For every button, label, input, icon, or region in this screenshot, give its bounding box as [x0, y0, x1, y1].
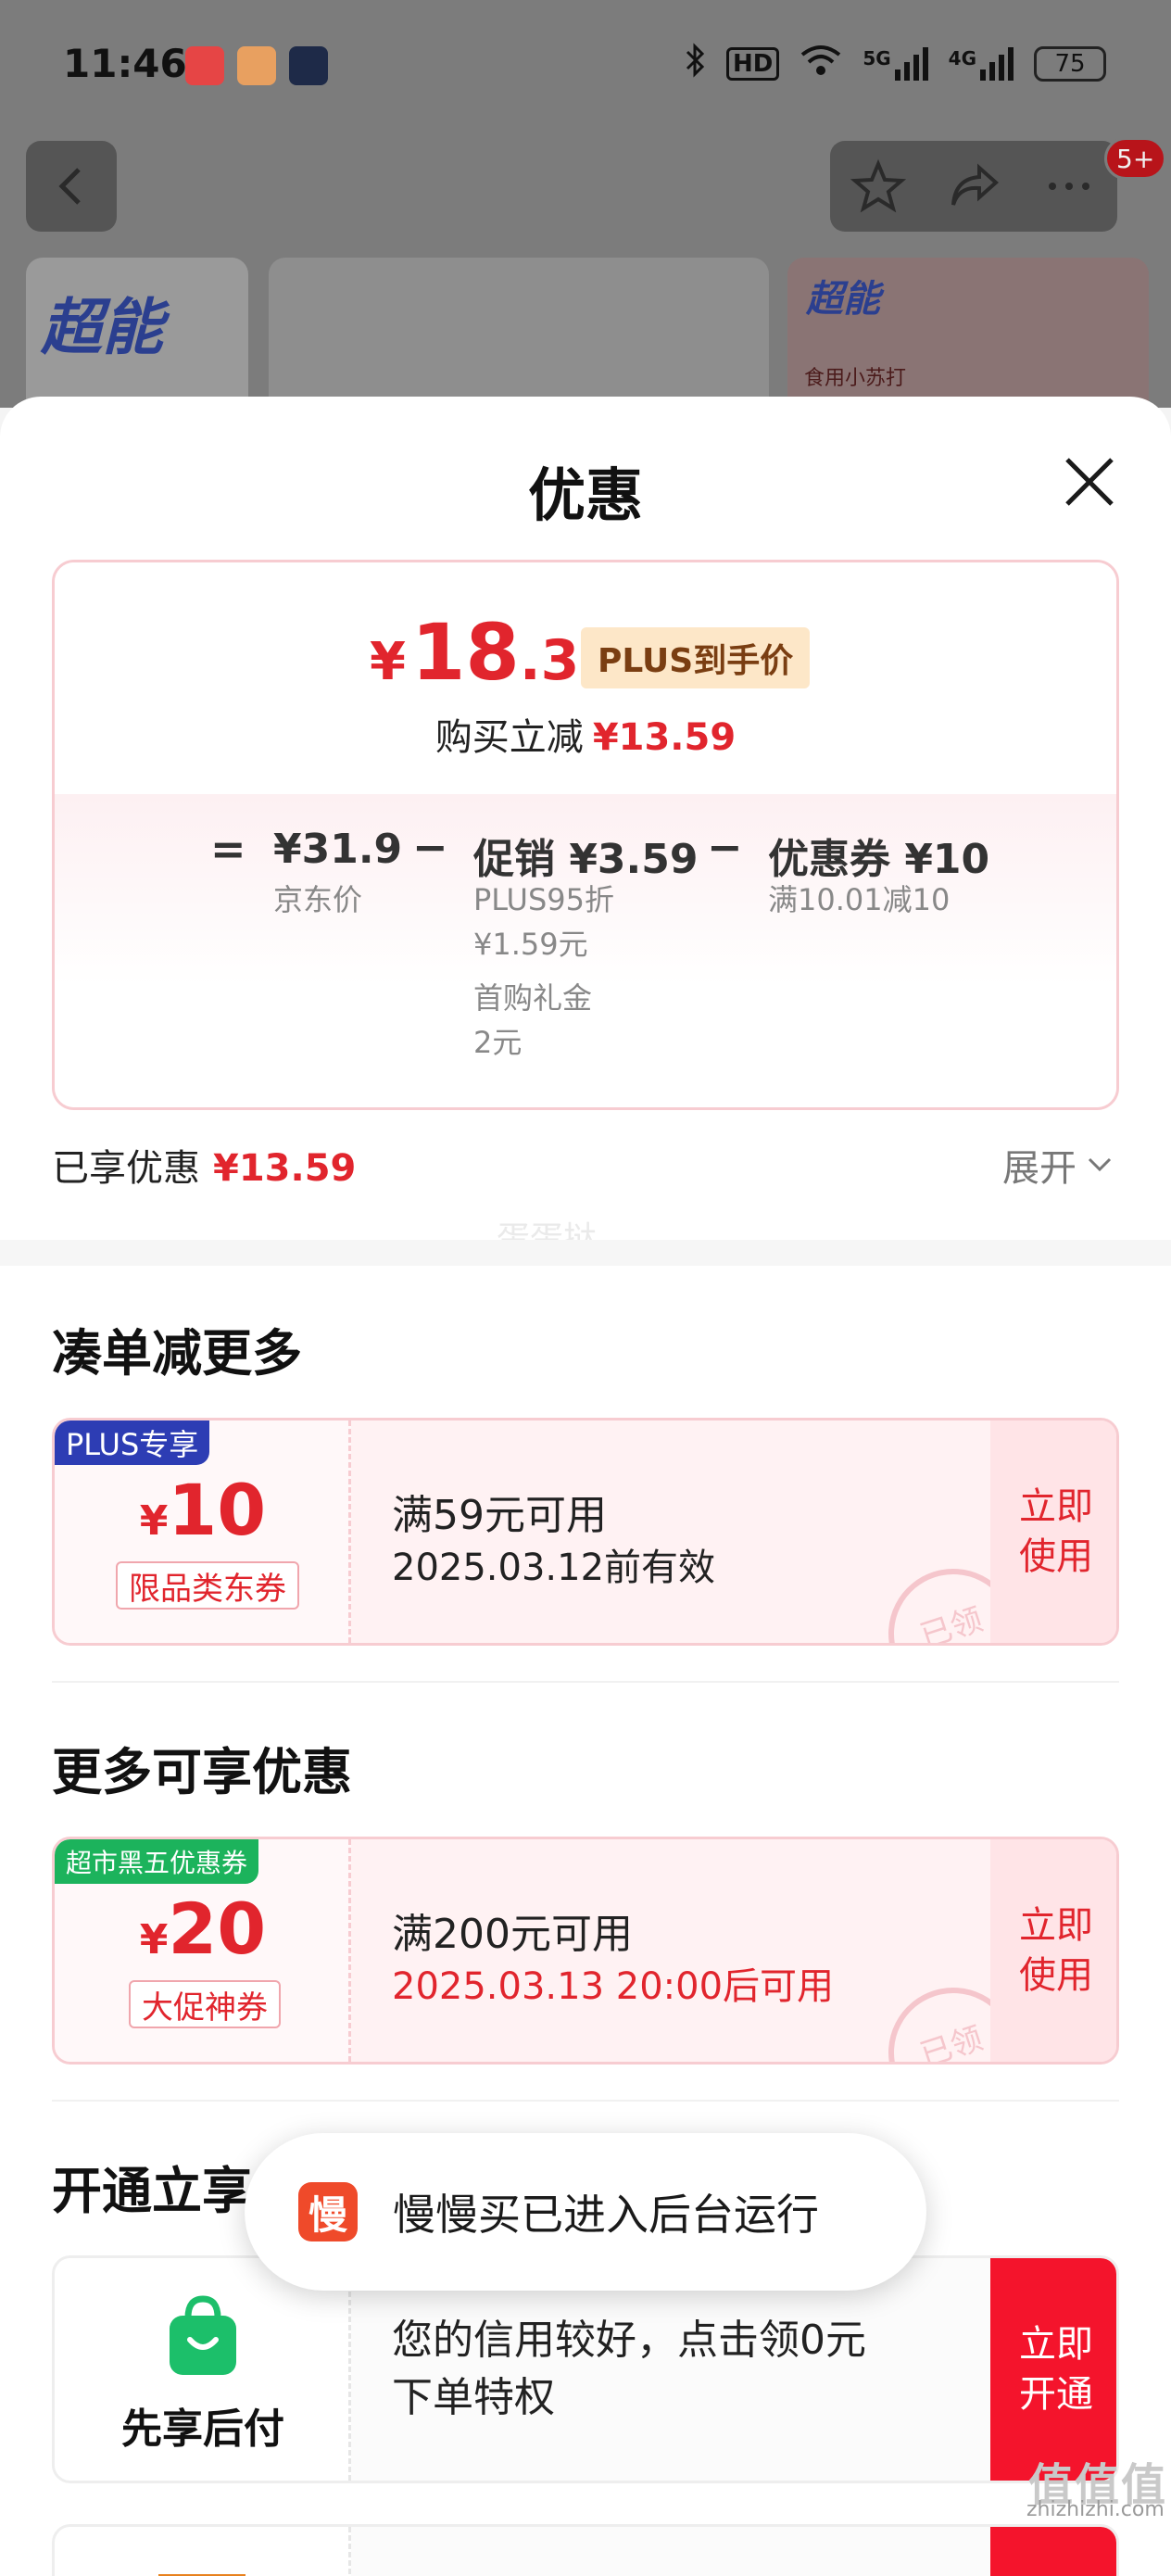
pay-later-name: 先享后付: [121, 2406, 284, 2453]
top-action-group: [830, 141, 1117, 232]
star-icon[interactable]: [850, 158, 906, 214]
coupon-kind: 限品类东券: [116, 1561, 299, 1610]
signal-5g-icon: 5G: [863, 47, 928, 81]
coupon-condition: 满59元可用: [392, 1492, 607, 1539]
section-title: 更多可享优惠: [52, 1743, 352, 1801]
more-icon[interactable]: [1041, 158, 1097, 214]
section-title: 开通立享: [52, 2162, 252, 2220]
coupon-card: PLUS专享 ¥10 限品类东券 满59元可用 2025.03.12前有效 已领…: [52, 1418, 1119, 1646]
promo-detail: 首购礼金: [473, 980, 593, 1016]
minus-sign: −: [412, 822, 448, 872]
status-icons: HD 5G 4G 75: [686, 43, 1106, 85]
share-icon[interactable]: [946, 158, 1001, 214]
minus-sign: −: [707, 822, 743, 872]
toast-notification: 慢 慢慢买已进入后台运行: [245, 2133, 926, 2291]
coupon-value: 优惠券 ¥10: [768, 836, 990, 883]
battery-icon: 75: [1034, 46, 1106, 82]
status-bar: 11:46 HD 5G 4G 75: [0, 0, 1171, 135]
next-card: [52, 2524, 1119, 2576]
section-divider: [0, 1240, 1171, 1266]
brand-logo: 超能: [41, 292, 163, 363]
equals-sign: =: [210, 824, 246, 874]
product-caption: 食用小苏打: [804, 367, 907, 390]
enjoyed-discount: 已享优惠 ¥13.59: [52, 1147, 357, 1190]
back-button[interactable]: [26, 141, 117, 232]
coupon-validity: 2025.03.12前有效: [392, 1547, 716, 1589]
promo-detail: ¥1.59元: [473, 927, 588, 962]
shopping-bag-icon: [170, 2295, 236, 2375]
signal-4g-icon: 4G: [949, 47, 1014, 81]
price-breakdown-card: ¥ 18 .31 PLUS到手价 购买立减 ¥13.59 = ¥31.9 京东价 …: [52, 560, 1119, 1110]
sheet-title: 优惠: [527, 461, 643, 529]
coupon-card: 超市黑五优惠券 ¥20 大促神券 满200元可用 2025.03.13 20:0…: [52, 1837, 1119, 2065]
promo-value: 促销 ¥3.59: [473, 836, 699, 883]
jd-price-label: 京东价: [273, 882, 363, 917]
promo-ribbon: 超市黑五优惠券: [55, 1839, 259, 1884]
hd-icon: HD: [725, 47, 780, 81]
plus-price-tag: PLUS到手价: [581, 627, 811, 688]
coupon-condition: 满200元可用: [392, 1911, 633, 1958]
product-image: [269, 258, 769, 408]
close-icon[interactable]: [1056, 448, 1123, 515]
price-formula: = ¥31.9 京东价 − 促销 ¥3.59 PLUS95折 ¥1.59元 首购…: [55, 794, 1116, 1107]
plus-exclusive-ribbon: PLUS专享: [55, 1421, 210, 1465]
notification-mail-icon: [289, 46, 328, 85]
brand-logo-small: 超能: [806, 278, 880, 321]
site-watermark: zhizhizhi.com: [1026, 2498, 1165, 2521]
app-icon: 慢: [298, 2182, 358, 2241]
wifi-icon: [800, 44, 842, 84]
chevron-down-icon: [1088, 1157, 1112, 1172]
instant-reduction: 购买立减 ¥13.59: [434, 716, 737, 759]
activate-button[interactable]: 立即开通: [990, 2258, 1116, 2481]
chevron-left-icon: [58, 168, 81, 205]
use-coupon-button[interactable]: 立即使用: [990, 1421, 1116, 1643]
coupon-amount: ¥10: [139, 1469, 267, 1551]
notification-app-icon: [237, 46, 276, 85]
divider: [52, 2100, 1119, 2102]
promo-detail: 2元: [473, 1025, 523, 1060]
status-time: 11:46: [63, 41, 187, 86]
expand-button[interactable]: 展开: [1002, 1138, 1114, 1192]
coupon-detail: 满10.01减10: [768, 882, 951, 917]
divider: [52, 1681, 1119, 1683]
notification-app-icon: [185, 46, 224, 85]
background-page: 11:46 HD 5G 4G 75 5+ 超能 超能 食用小苏打: [0, 0, 1171, 408]
activate-button[interactable]: [990, 2527, 1116, 2576]
coupon-kind: 大促神券: [129, 1980, 281, 2028]
jd-price-value: ¥31.9: [273, 826, 403, 873]
coupon-amount: ¥20: [139, 1888, 267, 1970]
pay-later-description: 您的信用较好，点击领0元 下单特权: [392, 2317, 866, 2421]
toast-text: 慢慢买已进入后台运行: [393, 2190, 819, 2240]
section-title: 凑单减更多: [52, 1324, 302, 1383]
promo-detail: PLUS95折: [473, 882, 614, 917]
coupon-validity: 2025.03.13 20:00后可用: [392, 1965, 835, 2008]
message-badge: 5+: [1104, 137, 1167, 180]
bluetooth-icon: [686, 43, 706, 85]
use-coupon-button[interactable]: 立即使用: [990, 1839, 1116, 2062]
